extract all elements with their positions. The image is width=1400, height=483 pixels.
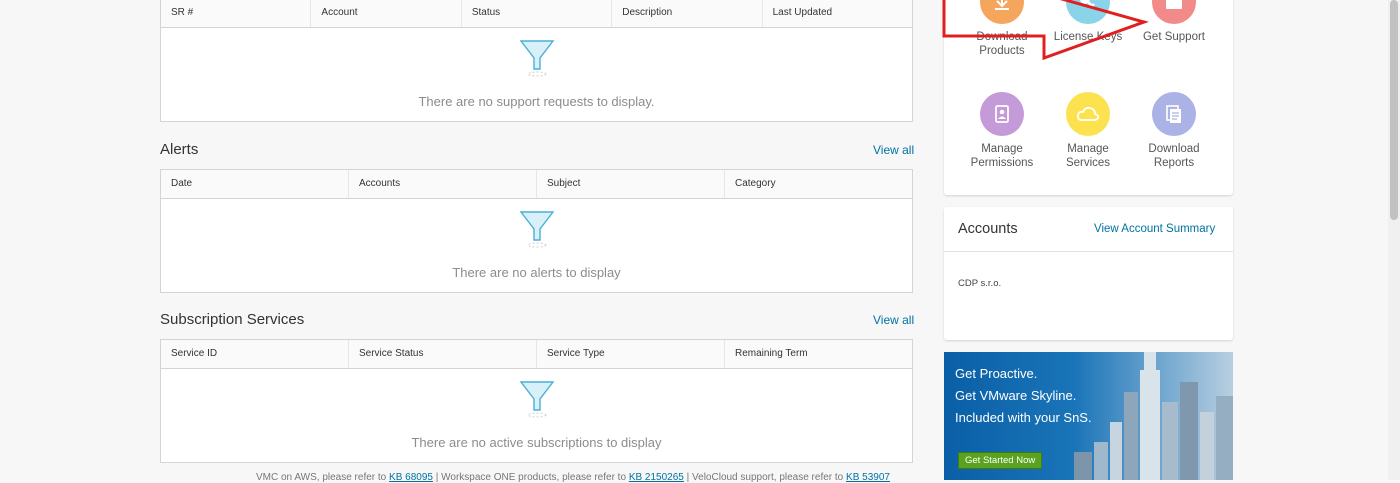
support-requests-grid: SR # Account Status Description Last Upd…: [160, 0, 913, 122]
column-last-updated[interactable]: Last Updated: [763, 0, 912, 27]
get-started-now-button[interactable]: Get Started Now: [958, 452, 1043, 469]
reports-icon: [1152, 92, 1196, 136]
kb-2150265-link[interactable]: KB 2150265: [629, 472, 684, 483]
red-arrow-annotation: [942, 0, 1149, 61]
subscriptions-grid: Service ID Service Status Service Type R…: [160, 339, 913, 463]
column-account[interactable]: Account: [311, 0, 462, 27]
column-accounts[interactable]: Accounts: [349, 170, 537, 198]
kb-53907-link[interactable]: KB 53907: [846, 472, 890, 483]
column-sr-number[interactable]: SR #: [161, 0, 312, 27]
subscriptions-view-all-link[interactable]: View all: [873, 313, 914, 327]
footer-text-vmc: VMC on AWS, please refer to: [256, 472, 387, 483]
accounts-title: Accounts: [958, 221, 1018, 237]
banner-line-1: Get Proactive.: [955, 366, 1038, 381]
accounts-divider: [944, 251, 1233, 252]
banner-line-3: Included with your SnS.: [955, 410, 1092, 425]
manage-permissions-tile[interactable]: Manage Permissions: [959, 92, 1045, 170]
column-remaining-term[interactable]: Remaining Term: [725, 340, 912, 368]
column-service-type[interactable]: Service Type: [537, 340, 725, 368]
manage-services-tile[interactable]: Manage Services: [1045, 92, 1131, 170]
page-scrollbar[interactable]: [1388, 0, 1400, 480]
subscriptions-grid-header: Service ID Service Status Service Type R…: [161, 340, 912, 369]
subscriptions-grid-body: There are no active subscriptions to dis…: [161, 369, 912, 461]
alerts-empty-message: There are no alerts to display: [452, 265, 621, 280]
support-grid-body: There are no support requests to display…: [161, 28, 912, 120]
funnel-icon: [519, 40, 554, 77]
funnel-icon: [519, 211, 554, 248]
column-service-id[interactable]: Service ID: [161, 340, 349, 368]
footer-text-velocloud: | VeloCloud support, please refer to: [686, 472, 844, 483]
funnel-icon: [519, 381, 554, 418]
banner-line-2: Get VMware Skyline.: [955, 388, 1077, 403]
support-empty-message: There are no support requests to display…: [418, 94, 655, 109]
support-grid-header: SR # Account Status Description Last Upd…: [161, 0, 912, 28]
manage-services-label: Manage Services: [1065, 143, 1111, 169]
badge-icon: [980, 92, 1024, 136]
alerts-title: Alerts: [160, 141, 199, 158]
column-service-status[interactable]: Service Status: [349, 340, 537, 368]
download-reports-label: Download Reports: [1148, 143, 1200, 169]
account-item[interactable]: CDP s.r.o.: [958, 278, 1001, 289]
download-reports-tile[interactable]: Download Reports: [1131, 92, 1217, 170]
scrollbar-thumb[interactable]: [1390, 0, 1398, 220]
alerts-view-all-link[interactable]: View all: [873, 143, 914, 157]
subscriptions-empty-message: There are no active subscriptions to dis…: [411, 435, 662, 450]
manage-permissions-label: Manage Permissions: [970, 143, 1034, 169]
alerts-grid-body: There are no alerts to display: [161, 199, 912, 291]
column-subject[interactable]: Subject: [537, 170, 725, 198]
column-status[interactable]: Status: [462, 0, 613, 27]
cloud-icon: [1066, 92, 1110, 136]
footer-text-workspace: | Workspace ONE products, please refer t…: [435, 472, 627, 483]
kb-68095-link[interactable]: KB 68095: [389, 472, 433, 483]
alerts-grid-header: Date Accounts Subject Category: [161, 170, 912, 199]
skyline-banner[interactable]: Get Proactive. Get VMware Skyline. Inclu…: [944, 352, 1233, 480]
column-date[interactable]: Date: [161, 170, 349, 198]
column-description[interactable]: Description: [612, 0, 763, 27]
view-account-summary-link[interactable]: View Account Summary: [1094, 223, 1215, 235]
column-category[interactable]: Category: [725, 170, 912, 198]
footer-kb-links: VMC on AWS, please refer to KB 68095 | W…: [160, 472, 920, 483]
subscription-services-title: Subscription Services: [160, 311, 305, 328]
alerts-grid: Date Accounts Subject Category There are…: [160, 169, 913, 293]
accounts-card: Accounts View Account Summary CDP s.r.o.: [944, 207, 1233, 340]
